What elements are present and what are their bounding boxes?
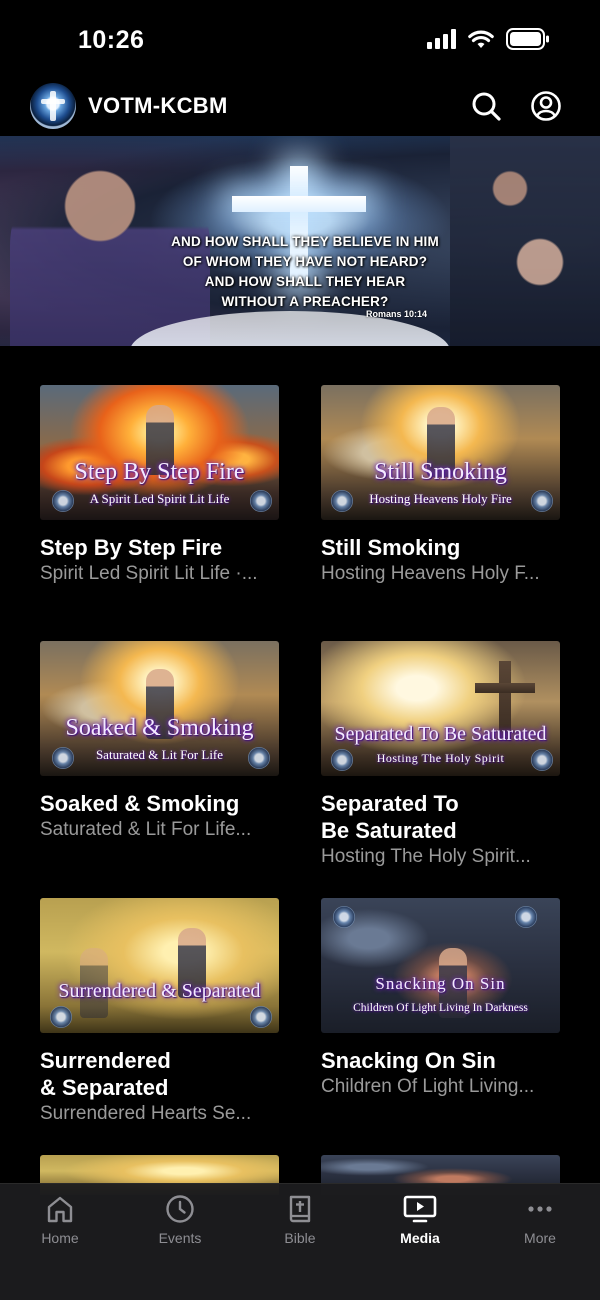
banner-verse-line: AND HOW SHALL THEY HEAR <box>204 274 406 289</box>
wifi-icon <box>468 30 494 48</box>
profile-icon[interactable] <box>530 90 562 122</box>
battery-icon <box>506 28 549 50</box>
cellular-signal-icon <box>427 29 456 49</box>
thumbnail-subtitle: Hosting Heavens Holy Fire <box>369 491 512 506</box>
thumbnail-title: Surrendered & Separated <box>58 980 261 1002</box>
tab-label: Events <box>158 1230 202 1246</box>
media-title: Soaked & Smoking <box>40 791 240 816</box>
cross-icon-bar <box>232 196 366 212</box>
thumbnail-title: Still Smoking <box>374 459 507 485</box>
thumbnail-title: Separated To Be Saturated <box>334 723 547 745</box>
app-title: VOTM-KCBM <box>88 93 228 118</box>
tab-bar: Home Events Bible Media More <box>0 1183 600 1300</box>
media-title: Separated To Be Saturated <box>321 790 560 844</box>
media-card[interactable]: Still Smoking Hosting Heavens Holy Fire … <box>321 385 560 586</box>
tab-label: Media <box>400 1230 440 1246</box>
media-subtitle: Surrendered Hearts Se... <box>40 1103 252 1124</box>
media-subtitle: Children Of Light Living... <box>321 1076 535 1097</box>
media-title-line: Surrendered <box>40 1048 171 1073</box>
tab-media[interactable]: Media <box>360 1194 480 1264</box>
media-card[interactable]: Snacking On Sin Children Of Light Living… <box>321 898 560 1099</box>
thumbnail-title: Snacking On Sin <box>375 974 506 993</box>
thumbnail-title: Step By Step Fire <box>74 459 245 485</box>
search-icon[interactable] <box>470 90 502 122</box>
clock-icon <box>166 1195 194 1223</box>
thumbnail-title: Soaked & Smoking <box>65 715 254 741</box>
media-card[interactable]: Step By Step Fire A Spirit Led Spirit Li… <box>40 385 279 586</box>
hero-banner[interactable]: AND HOW SHALL THEY BELIEVE IN HIM OF WHO… <box>0 136 600 346</box>
media-thumbnail: Soaked & Smoking Saturated & Lit For Lif… <box>40 641 279 776</box>
media-thumbnail: Snacking On Sin Children Of Light Living… <box>321 898 560 1033</box>
media-title: Snacking On Sin <box>321 1048 496 1073</box>
media-thumbnail: Still Smoking Hosting Heavens Holy Fire <box>321 385 560 520</box>
media-title: Surrendered & Separated <box>40 1047 279 1101</box>
church-logo <box>30 83 76 129</box>
media-icon <box>403 1195 437 1223</box>
media-title: Step By Step Fire <box>40 535 223 560</box>
media-title-line: Separated To <box>321 791 459 816</box>
media-title-line: & Separated <box>40 1075 169 1100</box>
banner-verse-line: OF WHOM THEY HAVE NOT HEARD? <box>182 254 428 269</box>
banner-verse-line: AND HOW SHALL THEY BELIEVE IN HIM <box>171 234 439 249</box>
tab-label: More <box>524 1230 556 1246</box>
more-icon <box>528 1206 552 1212</box>
media-subtitle: Hosting Heavens Holy F... <box>321 563 540 584</box>
media-card[interactable]: Surrendered & Separated Surrendered & Se… <box>40 898 279 1126</box>
banner-verse: AND HOW SHALL THEY BELIEVE IN HIM OF WHO… <box>150 232 460 312</box>
cross-image-bar <box>475 683 535 693</box>
status-bar: 10:26 <box>0 0 600 80</box>
media-thumbnail: Step By Step Fire A Spirit Led Spirit Li… <box>40 385 279 520</box>
tab-bible[interactable]: Bible <box>240 1194 360 1264</box>
home-icon <box>47 1196 73 1223</box>
media-card[interactable]: Soaked & Smoking Saturated & Lit For Lif… <box>40 641 279 842</box>
media-thumbnail: Surrendered & Separated <box>40 898 279 1033</box>
app-header: VOTM-KCBM <box>0 78 600 136</box>
tab-more[interactable]: More <box>480 1194 600 1264</box>
crowd-image <box>450 136 600 346</box>
seal-icon <box>50 1006 72 1028</box>
thumbnail-subtitle: Hosting The Holy Spirit <box>376 751 505 765</box>
status-icons <box>427 28 550 50</box>
seal-icon <box>515 906 537 928</box>
thumbnail-subtitle: Children Of Light Living In Darkness <box>353 1002 528 1014</box>
tab-home[interactable]: Home <box>0 1194 120 1264</box>
media-subtitle: Hosting The Holy Spirit... <box>321 846 531 867</box>
media-subtitle: Spirit Led Spirit Lit Life ·... <box>40 563 258 584</box>
thumbnail-subtitle: A Spirit Led Spirit Lit Life <box>89 491 230 506</box>
tab-events[interactable]: Events <box>120 1194 240 1264</box>
bible-icon <box>289 1195 311 1223</box>
status-time: 10:26 <box>78 26 145 54</box>
tab-label: Bible <box>284 1230 316 1246</box>
media-subtitle: Saturated & Lit For Life... <box>40 819 252 840</box>
banner-verse-reference: Romans 10:14 <box>366 309 428 319</box>
thumbnail-subtitle: Saturated & Lit For Life <box>95 747 224 762</box>
media-thumbnail: Separated To Be Saturated Hosting The Ho… <box>321 641 560 776</box>
media-card[interactable]: Separated To Be Saturated Hosting The Ho… <box>321 641 560 869</box>
media-title-line: Be Saturated <box>321 818 457 843</box>
seal-icon <box>333 906 355 928</box>
media-title: Still Smoking <box>321 535 461 560</box>
tab-label: Home <box>41 1230 79 1246</box>
seal-icon <box>250 1006 272 1028</box>
